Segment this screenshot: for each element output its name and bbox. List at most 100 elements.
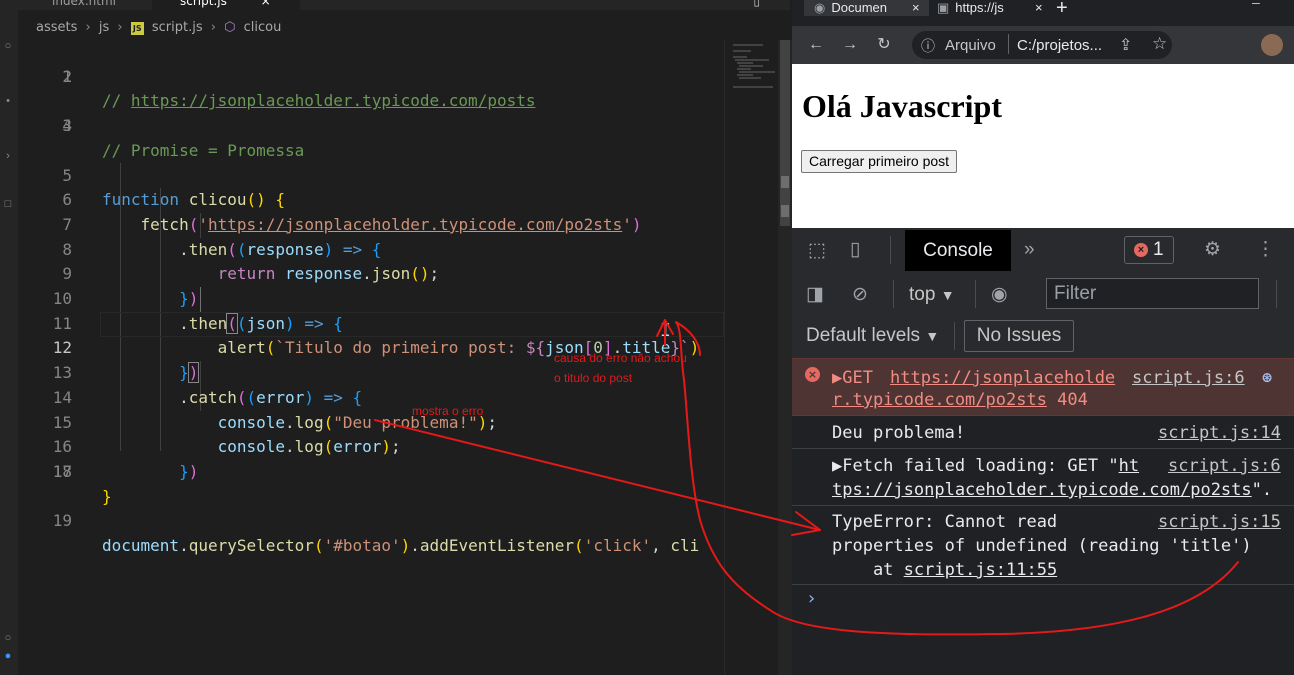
line-number: 4 bbox=[62, 116, 72, 136]
request-url[interactable]: https://jsonplaceholde bbox=[890, 366, 1115, 390]
divider bbox=[954, 322, 955, 350]
code-line: 17 } bbox=[18, 435, 778, 506]
error-count: 1 bbox=[1153, 239, 1164, 260]
new-tab-button[interactable]: + bbox=[1056, 0, 1068, 20]
close-icon[interactable]: × bbox=[912, 0, 920, 16]
error-text: properties of undefined (reading 'title'… bbox=[832, 536, 1252, 556]
run-debug-icon[interactable]: › bbox=[2, 150, 14, 162]
clear-console-icon[interactable]: ⊘ bbox=[852, 283, 868, 307]
context-selector[interactable]: top ▼ bbox=[909, 283, 955, 307]
settings-icon[interactable]: ● bbox=[2, 650, 14, 662]
network-request-icon[interactable]: ⊛ bbox=[1262, 366, 1272, 390]
code-method: querySelector bbox=[188, 536, 314, 555]
code-line: 5 function clicou() { bbox=[18, 139, 778, 210]
code-line: 3 // Promise = Promessa bbox=[18, 89, 778, 160]
code-line: 7 .then((response) => { bbox=[18, 188, 778, 259]
tab-index-html[interactable]: index.html bbox=[34, 0, 162, 10]
log-levels-label: Default levels bbox=[806, 325, 921, 346]
back-icon[interactable]: ← bbox=[806, 35, 826, 55]
activity-bar: ○ • › □ ○ ● bbox=[0, 0, 18, 675]
error-icon: × bbox=[1134, 243, 1148, 257]
error-counter[interactable] bbox=[1124, 236, 1174, 264]
url-text[interactable]: C:/projetos... bbox=[1017, 37, 1102, 54]
divider bbox=[890, 236, 891, 264]
close-icon[interactable]: × bbox=[261, 0, 271, 8]
device-toolbar-icon[interactable]: ▯ bbox=[850, 238, 860, 262]
code-function-ref: cli bbox=[670, 536, 700, 555]
browser-tab-strip: ◉ Documen × ▣ https://js × + – bbox=[792, 0, 1294, 26]
tab-label: script.js bbox=[180, 0, 227, 8]
request-url[interactable]: tps://jsonplaceholder.typicode.com/po2st… bbox=[832, 480, 1252, 500]
code-method: addEventListener bbox=[419, 536, 575, 555]
reload-icon[interactable]: ↻ bbox=[874, 35, 894, 55]
split-editor-icon[interactable]: ▯ bbox=[753, 0, 760, 8]
request-url[interactable]: ht bbox=[1119, 456, 1139, 476]
divider bbox=[792, 448, 1294, 449]
minimize-icon[interactable]: – bbox=[1252, 0, 1260, 10]
code-line: 16 }) bbox=[18, 411, 778, 481]
more-tabs-button[interactable]: » bbox=[1024, 238, 1035, 262]
search-icon[interactable]: ○ bbox=[2, 40, 14, 52]
browser-tab-document[interactable]: ◉ Documen × bbox=[804, 0, 929, 16]
address-bar[interactable]: ⓘ Arquivo C:/projetos... ⇪ ☆ bbox=[912, 31, 1172, 59]
profile-avatar[interactable] bbox=[1261, 34, 1283, 56]
share-icon[interactable]: ⇪ bbox=[1119, 35, 1132, 55]
security-label: Arquivo bbox=[945, 37, 996, 54]
dropdown-arrow-icon: ▼ bbox=[925, 328, 940, 344]
editor-scrollbar-thumb[interactable] bbox=[780, 40, 790, 226]
request-url[interactable]: r.typicode.com/po2sts bbox=[832, 390, 1047, 410]
console-prompt[interactable]: › bbox=[806, 588, 817, 609]
code-line: 10 .then((json) => { bbox=[18, 262, 778, 334]
gear-icon[interactable]: ⚙ bbox=[1204, 238, 1221, 262]
close-icon[interactable]: × bbox=[1035, 0, 1043, 16]
log-text: Deu problema! bbox=[832, 423, 966, 443]
stack-text: at bbox=[832, 560, 904, 580]
expand-arrow[interactable]: ▶Fetch failed loading: GET " bbox=[832, 456, 1119, 476]
annotation-cause-line1: causa do erro não achou bbox=[554, 351, 687, 365]
forward-icon[interactable]: → bbox=[840, 35, 860, 55]
issues-button[interactable]: No Issues bbox=[964, 320, 1074, 352]
log-levels-dropdown[interactable]: Default levels ▼ bbox=[806, 324, 939, 348]
message-text: ". bbox=[1251, 480, 1273, 500]
expand-arrow[interactable]: ▶GET bbox=[832, 366, 883, 390]
status-code: 404 bbox=[1046, 390, 1088, 410]
extensions-icon[interactable]: □ bbox=[2, 198, 14, 210]
current-line-highlight bbox=[100, 312, 724, 337]
stack-source-link[interactable]: script.js:11:55 bbox=[904, 560, 1058, 580]
annotation-shows-error: mostra o erro bbox=[412, 404, 484, 418]
code-line: 4 bbox=[18, 114, 778, 139]
console-filter-input[interactable]: Filter bbox=[1046, 278, 1259, 309]
more-options-icon[interactable]: ⋮ bbox=[1256, 238, 1275, 262]
code-line: 19 document.querySelector('#botao').addE… bbox=[18, 485, 778, 555]
code-line: 11 alert(`Titulo do primeiro post: ${jso… bbox=[18, 287, 778, 358]
page-heading: Olá Javascript bbox=[802, 88, 1002, 124]
source-link[interactable]: script.js:14 bbox=[1158, 421, 1281, 445]
minimap[interactable] bbox=[724, 40, 779, 675]
account-icon[interactable]: ○ bbox=[2, 632, 14, 644]
browser-tab-label: https://js bbox=[955, 0, 1004, 15]
text-cursor-icon: I bbox=[660, 320, 671, 341]
bookmark-star-icon[interactable]: ☆ bbox=[1152, 34, 1167, 54]
inspect-element-icon[interactable]: ⬚ bbox=[808, 239, 826, 263]
code-line: 9 }) bbox=[18, 238, 778, 308]
source-control-icon[interactable]: • bbox=[2, 95, 14, 107]
browser-tab-jsonplaceholder[interactable]: ▣ https://js × bbox=[927, 0, 1052, 16]
annotation-cause-line2: o titulo do post bbox=[554, 371, 633, 385]
line-number: 2 bbox=[62, 66, 72, 86]
source-link[interactable]: script.js:6 bbox=[1132, 366, 1245, 390]
source-link[interactable]: script.js:6 bbox=[1168, 454, 1281, 478]
divider bbox=[1008, 34, 1009, 54]
code-line: 18 bbox=[18, 460, 778, 485]
source-link[interactable]: script.js:15 bbox=[1158, 510, 1281, 534]
page-icon: ▣ bbox=[937, 0, 950, 15]
sidebar-toggle-icon[interactable]: ◨ bbox=[806, 283, 824, 307]
line-number: 19 bbox=[52, 511, 72, 531]
context-label: top bbox=[909, 284, 936, 305]
tab-script-js[interactable]: script.js × bbox=[152, 0, 300, 10]
divider bbox=[792, 505, 1294, 506]
info-icon[interactable]: ⓘ bbox=[921, 36, 935, 56]
divider bbox=[975, 280, 976, 308]
load-first-post-button[interactable]: Carregar primeiro post bbox=[801, 150, 958, 173]
eye-icon[interactable]: ◉ bbox=[991, 283, 1008, 307]
tab-console[interactable]: Console bbox=[905, 230, 1011, 271]
